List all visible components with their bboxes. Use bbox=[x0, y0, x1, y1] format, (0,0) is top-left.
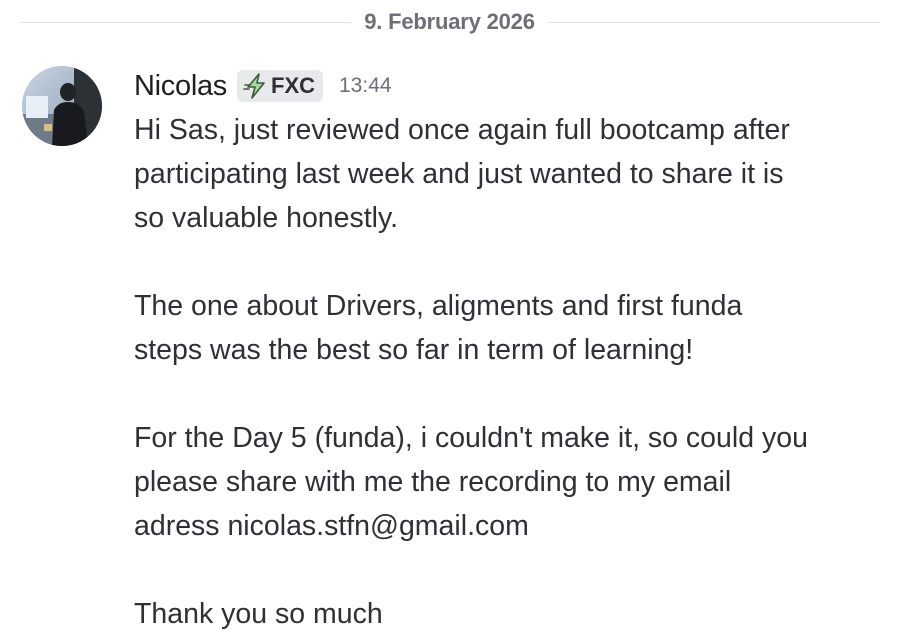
divider-line-right bbox=[548, 22, 880, 23]
server-tag-badge[interactable]: FXC bbox=[237, 70, 323, 102]
username[interactable]: Nicolas bbox=[134, 70, 227, 103]
message-content: Hi Sas, just reviewed once again full bo… bbox=[134, 108, 874, 636]
lightning-bolt-icon bbox=[243, 73, 265, 99]
avatar[interactable] bbox=[22, 66, 102, 146]
message-header: Nicolas FXC 13:44 bbox=[134, 66, 392, 106]
date-divider: 9. February 2026 bbox=[0, 10, 900, 34]
date-divider-label: 9. February 2026 bbox=[364, 9, 535, 34]
avatar-image bbox=[22, 66, 102, 146]
message-paragraph: Thank you so much bbox=[134, 598, 383, 630]
timestamp[interactable]: 13:44 bbox=[339, 74, 392, 98]
divider-line-left bbox=[20, 22, 351, 23]
message-paragraph: The one about Drivers, aligments and fir… bbox=[134, 290, 743, 366]
message-paragraph: Hi Sas, just reviewed once again full bo… bbox=[134, 114, 790, 234]
message-paragraph: For the Day 5 (funda), i couldn't make i… bbox=[134, 422, 808, 542]
badge-label: FXC bbox=[271, 73, 315, 98]
